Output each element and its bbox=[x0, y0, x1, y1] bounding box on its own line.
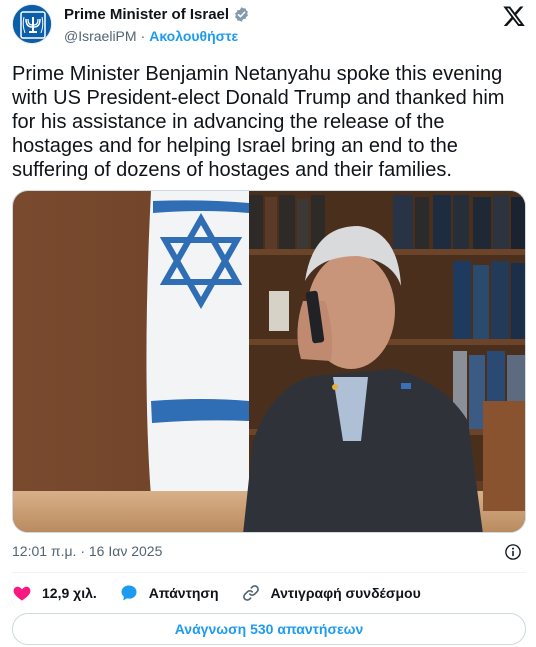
reply-label: Απάντηση bbox=[148, 585, 219, 601]
tweet-header: Prime Minister of Israel @IsraeliPM · Ακ… bbox=[12, 4, 526, 44]
info-icon[interactable] bbox=[504, 543, 522, 561]
x-logo-icon[interactable] bbox=[502, 4, 526, 28]
copy-link-button[interactable]: Αντιγραφή συνδέσμου bbox=[241, 583, 421, 603]
like-button[interactable]: 12,9 χιλ. bbox=[12, 583, 97, 603]
copy-link-label: Αντιγραφή συνδέσμου bbox=[270, 585, 421, 601]
heart-icon bbox=[13, 586, 31, 601]
account-handle[interactable]: @IsraeliPM bbox=[64, 28, 137, 44]
reply-bubble-icon bbox=[121, 585, 137, 601]
tweet-text: Prime Minister Benjamin Netanyahu spoke … bbox=[12, 63, 505, 181]
divider bbox=[12, 572, 526, 573]
tweet-actions: 12,9 χιλ. Απάντηση Αντιγραφή συνδέσμου bbox=[12, 582, 526, 604]
account-avatar[interactable] bbox=[12, 4, 52, 44]
account-display-name[interactable]: Prime Minister of Israel bbox=[64, 6, 229, 23]
follow-button[interactable]: Ακολουθήστε bbox=[149, 28, 238, 44]
link-icon bbox=[242, 585, 259, 601]
photo-illustration bbox=[13, 191, 525, 532]
tweet-timestamp[interactable]: 12:01 π.μ. · 16 Ιαν 2025 bbox=[12, 543, 162, 559]
read-replies-button[interactable]: Ανάγνωση 530 απαντήσεων bbox=[12, 613, 526, 645]
reply-button[interactable]: Απάντηση bbox=[119, 583, 219, 603]
like-count: 12,9 χιλ. bbox=[42, 585, 97, 601]
verified-badge-icon[interactable] bbox=[233, 6, 250, 23]
emblem-avatar-icon bbox=[13, 5, 51, 43]
handle-separator: · bbox=[140, 28, 146, 44]
tweet-photo[interactable] bbox=[12, 190, 526, 533]
